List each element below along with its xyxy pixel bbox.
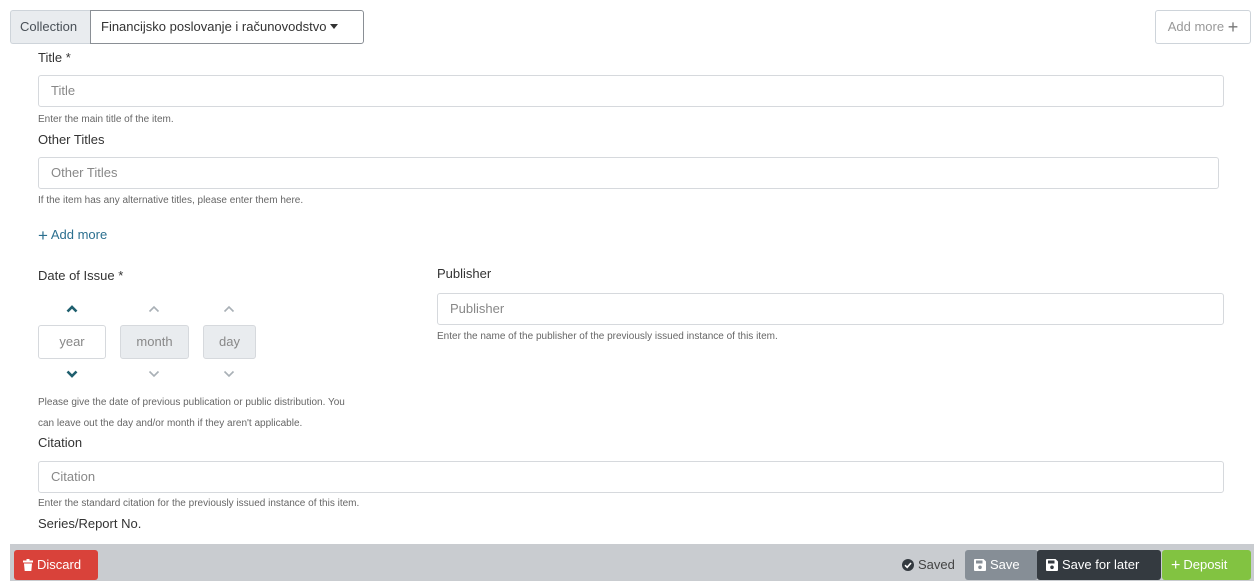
date-hint-line-2: can leave out the day and/or month if th… xyxy=(38,418,303,429)
date-hint-line-1: Please give the date of previous publica… xyxy=(38,397,345,408)
add-more-section-button[interactable]: Add more + xyxy=(1155,10,1251,44)
collection-bar: Collection Financijsko poslovanje i raču… xyxy=(10,10,1254,44)
floppy-disk-icon xyxy=(1046,559,1058,571)
caret-down-icon xyxy=(330,24,339,29)
save-button[interactable]: Save xyxy=(965,550,1038,580)
other-titles-add-more-link[interactable]: + Add more xyxy=(38,226,107,246)
save-for-later-label: Save for later xyxy=(1062,557,1140,572)
discard-label: Discard xyxy=(37,557,82,572)
year-input[interactable]: year xyxy=(38,325,106,359)
save-for-later-button[interactable]: Save for later xyxy=(1037,550,1161,580)
floppy-disk-icon xyxy=(974,559,986,571)
saved-label: Saved xyxy=(918,557,955,572)
publisher-placeholder: Publisher xyxy=(450,301,505,316)
title-input[interactable]: Title xyxy=(38,75,1224,107)
date-of-issue-label: Date of Issue * xyxy=(38,268,124,283)
deposit-button[interactable]: + Deposit xyxy=(1162,550,1251,580)
year-placeholder: year xyxy=(59,334,85,349)
month-decrement-chevron-down-icon[interactable] xyxy=(148,370,160,378)
collection-dropdown[interactable]: Financijsko poslovanje i računovodstvo xyxy=(90,10,364,44)
day-decrement-chevron-down-icon[interactable] xyxy=(223,370,235,378)
trash-icon xyxy=(23,559,33,571)
citation-input[interactable]: Citation xyxy=(38,461,1224,493)
submission-footer: Discard Saved Save Save for later + Depos… xyxy=(10,544,1254,581)
collection-value: Financijsko poslovanje i računovodstvo xyxy=(101,19,327,34)
other-titles-hint: If the item has any alternative titles, … xyxy=(38,195,304,206)
check-circle-icon xyxy=(902,559,914,571)
title-hint: Enter the main title of the item. xyxy=(38,114,174,125)
plus-icon: + xyxy=(38,226,48,245)
year-decrement-chevron-down-icon[interactable] xyxy=(66,370,78,378)
day-placeholder: day xyxy=(219,334,240,349)
title-label: Title * xyxy=(38,50,71,65)
citation-placeholder: Citation xyxy=(51,469,96,484)
citation-hint: Enter the standard citation for the prev… xyxy=(38,498,360,509)
saved-status: Saved xyxy=(902,550,955,580)
title-placeholder: Title xyxy=(51,83,76,98)
month-increment-chevron-up-icon[interactable] xyxy=(148,305,160,313)
citation-label: Citation xyxy=(38,435,83,450)
month-input[interactable]: month xyxy=(120,325,189,359)
day-input[interactable]: day xyxy=(203,325,256,359)
publisher-hint: Enter the name of the publisher of the p… xyxy=(437,331,778,342)
month-placeholder: month xyxy=(136,334,173,349)
publisher-input[interactable]: Publisher xyxy=(437,293,1224,325)
deposit-label: Deposit xyxy=(1183,557,1228,572)
discard-button[interactable]: Discard xyxy=(14,550,98,580)
other-titles-placeholder: Other Titles xyxy=(51,165,118,180)
publisher-label: Publisher xyxy=(437,266,492,281)
year-increment-chevron-up-icon[interactable] xyxy=(66,305,78,313)
other-titles-input[interactable]: Other Titles xyxy=(38,157,1219,189)
save-label: Save xyxy=(990,557,1020,572)
day-increment-chevron-up-icon[interactable] xyxy=(223,305,235,313)
plus-icon: + xyxy=(1227,17,1239,37)
other-titles-label: Other Titles xyxy=(38,132,105,147)
add-more-link-label: Add more xyxy=(50,227,108,242)
plus-icon: + xyxy=(1171,557,1181,574)
series-report-label: Series/Report No. xyxy=(38,516,142,531)
collection-label: Collection xyxy=(10,10,90,44)
add-more-label: Add more xyxy=(1167,19,1225,34)
